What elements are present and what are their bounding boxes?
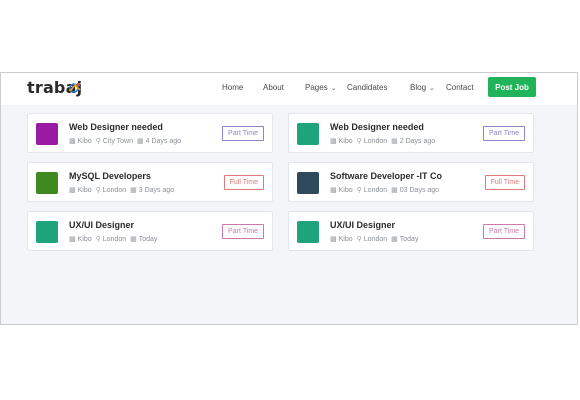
briefcase-icon: ▩ bbox=[330, 138, 337, 145]
job-meta: ▩ Kibo ⚲ London ▦ 03 Days ago bbox=[330, 186, 440, 195]
job-title[interactable]: UX/UI Designer bbox=[69, 220, 134, 230]
chevron-down-icon: ⌄ bbox=[330, 84, 337, 92]
location-pin-icon: ⚲ bbox=[95, 236, 101, 243]
briefcase-icon: ▩ bbox=[69, 138, 76, 145]
job-card[interactable]: MySQL Developers ▩ Kibo ⚲ London ▦ 3 Days ago F… bbox=[27, 162, 273, 202]
job-type-badge[interactable]: Part Time bbox=[222, 224, 264, 239]
brand-mark-icon bbox=[69, 83, 81, 93]
job-location: City Town bbox=[102, 137, 133, 145]
briefcase-icon: ▩ bbox=[330, 187, 337, 194]
job-location: London bbox=[363, 235, 388, 243]
job-title[interactable]: Web Designer needed bbox=[69, 122, 163, 132]
job-company: Kibo bbox=[338, 235, 353, 243]
company-logo bbox=[297, 172, 319, 194]
company-logo bbox=[297, 123, 319, 145]
nav-item-home[interactable]: Home bbox=[222, 83, 243, 92]
job-card[interactable]: Web Designer needed ▩ Kibo ⚲ City Town ▦ 4 Day… bbox=[27, 113, 273, 153]
location-pin-icon: ⚲ bbox=[95, 187, 101, 194]
nav-item-contact[interactable]: Contact bbox=[446, 83, 474, 92]
job-posted: 4 Days ago bbox=[145, 137, 182, 145]
job-card[interactable]: Web Designer needed ▩ Kibo ⚲ London ▦ 2 Days a… bbox=[288, 113, 534, 153]
job-title[interactable]: Software Developer -IT Co bbox=[330, 171, 442, 181]
job-meta: ▩ Kibo ⚲ London ▦ Today bbox=[330, 235, 419, 244]
job-card[interactable]: Software Developer -IT Co ▩ Kibo ⚲ London ▦ 03… bbox=[288, 162, 534, 202]
calendar-icon: ▦ bbox=[130, 236, 137, 243]
job-location: London bbox=[102, 235, 127, 243]
job-type-badge[interactable]: Part Time bbox=[483, 126, 525, 141]
job-title[interactable]: Web Designer needed bbox=[330, 122, 424, 132]
location-pin-icon: ⚲ bbox=[356, 138, 362, 145]
job-meta: ▩ Kibo ⚲ London ▦ Today bbox=[69, 235, 158, 244]
job-type-badge[interactable]: Full Time bbox=[223, 175, 264, 190]
nav-item-label: Home bbox=[222, 83, 244, 92]
calendar-icon: ▦ bbox=[391, 236, 398, 243]
job-company: Kibo bbox=[77, 137, 92, 145]
job-type-badge[interactable]: Part Time bbox=[222, 126, 264, 141]
navbar: trabaj Home About Pages ⌄ Candidates Blo… bbox=[1, 73, 577, 105]
job-posted: 3 Days ago bbox=[138, 186, 175, 194]
job-posted: Today bbox=[138, 235, 158, 243]
job-location: London bbox=[102, 186, 127, 194]
job-title[interactable]: UX/UI Designer bbox=[330, 220, 395, 230]
nav-item-label: About bbox=[263, 83, 284, 92]
briefcase-icon: ▩ bbox=[330, 236, 337, 243]
browser-viewport: trabaj Home About Pages ⌄ Candidates Blo… bbox=[0, 72, 578, 325]
nav-item-label: Contact bbox=[446, 83, 474, 92]
job-company: Kibo bbox=[77, 235, 92, 243]
nav-item-label: Pages bbox=[305, 83, 328, 92]
job-company: Kibo bbox=[338, 137, 353, 145]
job-type-badge[interactable]: Full Time bbox=[484, 175, 525, 190]
location-pin-icon: ⚲ bbox=[356, 236, 362, 243]
nav-item-about[interactable]: About bbox=[263, 83, 284, 92]
job-title[interactable]: MySQL Developers bbox=[69, 171, 151, 181]
nav-item-blog[interactable]: Blog ⌄ bbox=[410, 83, 435, 92]
job-posted: 2 Days ago bbox=[399, 137, 436, 145]
calendar-icon: ▦ bbox=[391, 138, 398, 145]
company-logo bbox=[36, 172, 58, 194]
post-job-button[interactable]: Post Job bbox=[488, 77, 536, 97]
company-logo bbox=[36, 221, 58, 243]
job-card[interactable]: UX/UI Designer ▩ Kibo ⚲ London ▦ Today Part Tim… bbox=[27, 211, 273, 251]
calendar-icon: ▦ bbox=[137, 138, 144, 145]
calendar-icon: ▦ bbox=[391, 187, 398, 194]
job-posted: 03 Days ago bbox=[399, 186, 440, 194]
nav-item-label: Blog bbox=[410, 83, 427, 92]
job-type-badge[interactable]: Part Time bbox=[483, 224, 525, 239]
calendar-icon: ▦ bbox=[130, 187, 137, 194]
job-company: Kibo bbox=[338, 186, 353, 194]
company-logo bbox=[297, 221, 319, 243]
briefcase-icon: ▩ bbox=[69, 236, 76, 243]
job-location: London bbox=[363, 137, 388, 145]
nav-item-candidates[interactable]: Candidates bbox=[347, 83, 387, 92]
location-pin-icon: ⚲ bbox=[95, 138, 101, 145]
job-company: Kibo bbox=[77, 186, 92, 194]
nav-item-label: Candidates bbox=[347, 83, 388, 92]
nav-item-pages[interactable]: Pages ⌄ bbox=[305, 83, 337, 92]
job-posted: Today bbox=[399, 235, 419, 243]
briefcase-icon: ▩ bbox=[69, 187, 76, 194]
company-logo bbox=[36, 123, 58, 145]
job-meta: ▩ Kibo ⚲ London ▦ 2 Days ago bbox=[330, 137, 436, 146]
location-pin-icon: ⚲ bbox=[356, 187, 362, 194]
job-meta: ▩ Kibo ⚲ City Town ▦ 4 Days ago bbox=[69, 137, 182, 146]
job-meta: ▩ Kibo ⚲ London ▦ 3 Days ago bbox=[69, 186, 175, 195]
chevron-down-icon: ⌄ bbox=[429, 84, 435, 92]
job-card[interactable]: UX/UI Designer ▩ Kibo ⚲ London ▦ Today Part Tim… bbox=[288, 211, 534, 251]
job-location: London bbox=[363, 186, 388, 194]
